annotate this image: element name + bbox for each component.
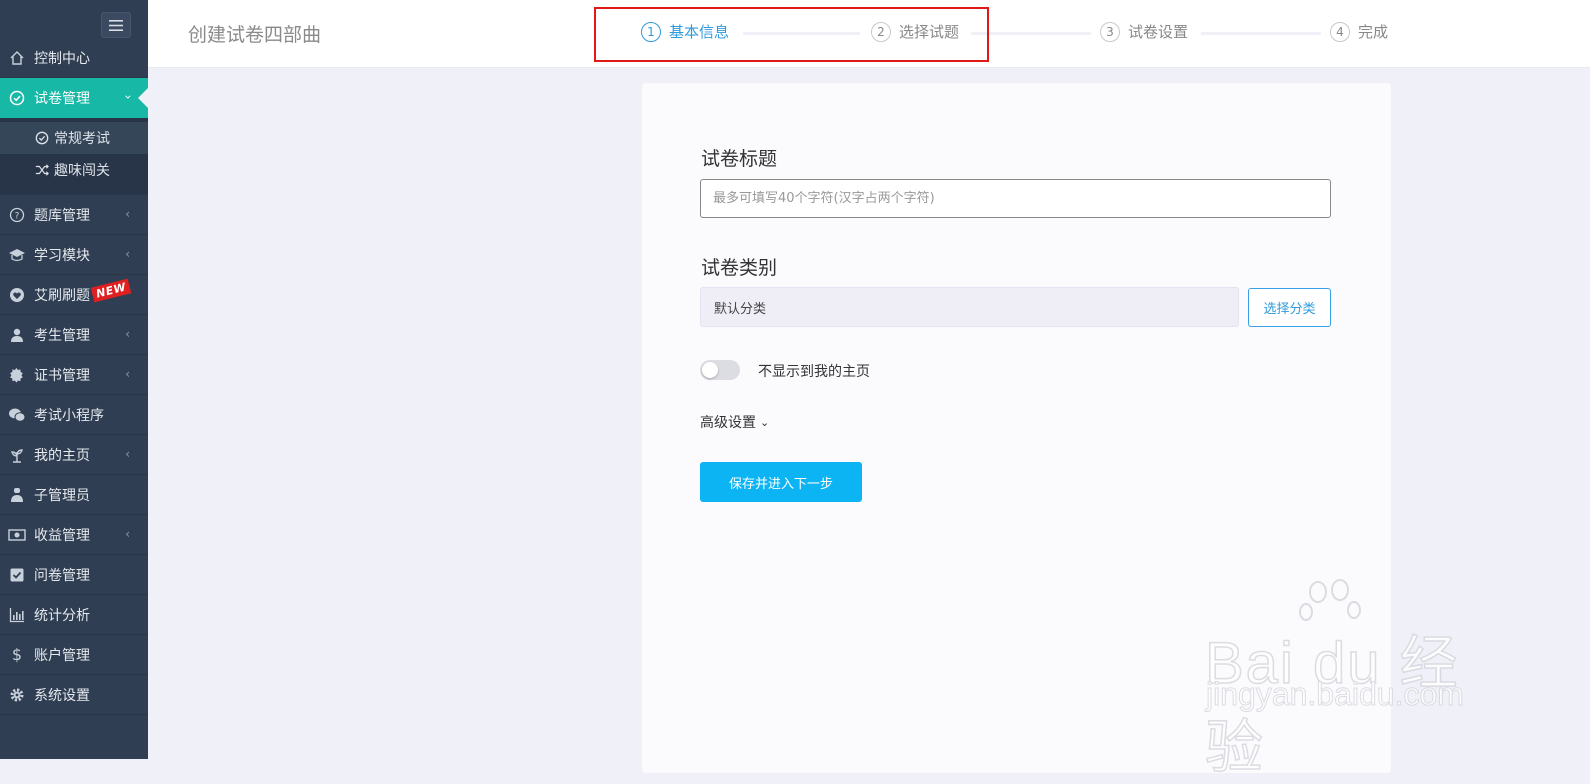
check-circle-icon (34, 131, 49, 146)
check-circle-icon (8, 89, 26, 107)
sidebar-item-exam-management[interactable]: 试卷管理 ‹ (0, 78, 148, 118)
sidebar-item-question-bank[interactable]: ? 题库管理 ‹ (0, 195, 148, 235)
select-category-button[interactable]: 选择分类 (1248, 288, 1331, 327)
step-label: 完成 (1358, 23, 1389, 41)
submenu-item-regular-exam[interactable]: 常规考试 (0, 122, 148, 154)
hide-from-homepage-label: 不显示到我的主页 (758, 364, 870, 380)
sidebar-item-label: 考生管理 (34, 327, 90, 344)
new-badge: NEW (90, 278, 132, 303)
chevron-down-icon: ⌄ (760, 415, 770, 429)
watermark-url: jingyan.baidu.com (1206, 676, 1465, 713)
step-progress: 1 基本信息 2 选择试题 3 试卷设置 4 完成 (148, 0, 1590, 67)
checkbox-icon (8, 566, 26, 584)
chevron-left-icon: ‹ (125, 367, 130, 381)
question-circle-icon: ? (8, 206, 26, 224)
step-exam-settings[interactable]: 3 试卷设置 (1100, 21, 1188, 42)
save-and-next-button[interactable]: 保存并进入下一步 (700, 462, 862, 502)
admin-user-icon (8, 486, 26, 504)
dollar-icon: $ (11, 645, 23, 664)
advanced-settings-toggle[interactable]: 高级设置 ⌄ (700, 412, 769, 432)
category-value: 默认分类 (714, 301, 767, 317)
sidebar-item-label: 子管理员 (34, 487, 90, 504)
step-label: 试卷设置 (1128, 23, 1189, 41)
baidu-watermark: Bai du 经验 jingyan.baidu.com (1198, 578, 1498, 781)
sidebar-item-aishua[interactable]: 艾刷刷题 NEW (0, 275, 148, 315)
graduation-cap-icon (8, 246, 26, 264)
category-label: 试卷类别 (701, 257, 778, 279)
sidebar-item-dashboard[interactable]: 控制中心 (0, 38, 148, 78)
sidebar-item-label: 系统设置 (34, 687, 90, 704)
home-icon (8, 49, 26, 67)
sidebar-item-label: 账户管理 (34, 647, 90, 664)
step-connector (1201, 32, 1321, 35)
sidebar-item-system-settings[interactable]: 系统设置 (0, 675, 148, 715)
submenu-item-label: 趣味闯关 (54, 163, 110, 179)
exam-title-input[interactable] (700, 179, 1331, 218)
chevron-left-icon: ‹ (125, 527, 130, 541)
menu-toggle-button[interactable] (101, 12, 131, 38)
sidebar-item-label: 试卷管理 (34, 91, 90, 107)
money-icon (8, 526, 26, 544)
sidebar-item-label: 问卷管理 (34, 567, 90, 584)
bar-chart-icon (8, 606, 26, 624)
plant-icon (8, 446, 26, 464)
sidebar-item-label: 学习模块 (34, 247, 90, 264)
sidebar-item-label: 我的主页 (34, 447, 90, 464)
step-finish[interactable]: 4 完成 (1330, 21, 1388, 42)
sidebar-item-label: 艾刷刷题 (34, 287, 90, 304)
exam-submenu: 常规考试 趣味闯关 (0, 118, 148, 195)
step-connector (971, 32, 1091, 35)
chevron-left-icon: ‹ (125, 247, 130, 261)
chevron-down-icon: ‹ (120, 94, 135, 100)
sidebar-item-label: 证书管理 (34, 367, 90, 384)
sidebar-item-label: 控制中心 (34, 50, 90, 67)
submenu-item-label: 常规考试 (54, 131, 110, 147)
chevron-left-icon: ‹ (125, 207, 130, 221)
wechat-icon (8, 406, 26, 424)
category-field: 默认分类 (700, 287, 1239, 327)
svg-text:?: ? (15, 211, 20, 221)
heart-badge-icon (8, 286, 26, 304)
top-bar: 创建试卷四部曲 1 基本信息 2 选择试题 3 试卷设置 4 完成 (148, 0, 1590, 68)
chevron-left-icon: ‹ (125, 447, 130, 461)
user-icon (8, 326, 26, 344)
sidebar-item-mini-program[interactable]: 考试小程序 (0, 395, 148, 435)
hamburger-icon (109, 19, 123, 31)
step-number: 3 (1100, 21, 1120, 42)
annotation-highlight-box (594, 7, 989, 62)
sidebar-item-surveys[interactable]: 问卷管理 (0, 555, 148, 595)
sidebar-item-my-homepage[interactable]: 我的主页 ‹ (0, 435, 148, 475)
sidebar-item-certificates[interactable]: 证书管理 ‹ (0, 355, 148, 395)
sidebar-item-label: 收益管理 (34, 527, 90, 544)
sidebar-item-sub-admin[interactable]: 子管理员 (0, 475, 148, 515)
step-number: 4 (1330, 21, 1350, 42)
sidebar-item-revenue[interactable]: 收益管理 ‹ (0, 515, 148, 555)
sidebar-nav: 控制中心 试卷管理 ‹ 常规考试 趣味闯关 ? 题库管理 ‹ 学习模块 ‹ 艾刷… (0, 38, 148, 715)
hide-from-homepage-toggle[interactable] (700, 360, 740, 380)
sidebar-item-label: 题库管理 (34, 207, 90, 224)
certificate-icon (8, 366, 26, 384)
sidebar-item-account[interactable]: $ 账户管理 (0, 635, 148, 675)
sidebar-item-statistics[interactable]: 统计分析 (0, 595, 148, 635)
sidebar-item-label: 统计分析 (34, 607, 90, 624)
shuffle-icon (34, 163, 49, 178)
sidebar: 控制中心 试卷管理 ‹ 常规考试 趣味闯关 ? 题库管理 ‹ 学习模块 ‹ 艾刷… (0, 0, 148, 759)
sidebar-item-learning[interactable]: 学习模块 ‹ (0, 235, 148, 275)
sidebar-item-label: 考试小程序 (34, 407, 104, 424)
advanced-settings-label: 高级设置 (700, 415, 756, 431)
submenu-item-fun-challenge[interactable]: 趣味闯关 (0, 154, 148, 186)
chevron-left-icon: ‹ (125, 327, 130, 341)
title-label: 试卷标题 (701, 148, 778, 170)
gear-icon (8, 686, 26, 704)
toggle-knob (702, 362, 718, 378)
sidebar-item-candidates[interactable]: 考生管理 ‹ (0, 315, 148, 355)
